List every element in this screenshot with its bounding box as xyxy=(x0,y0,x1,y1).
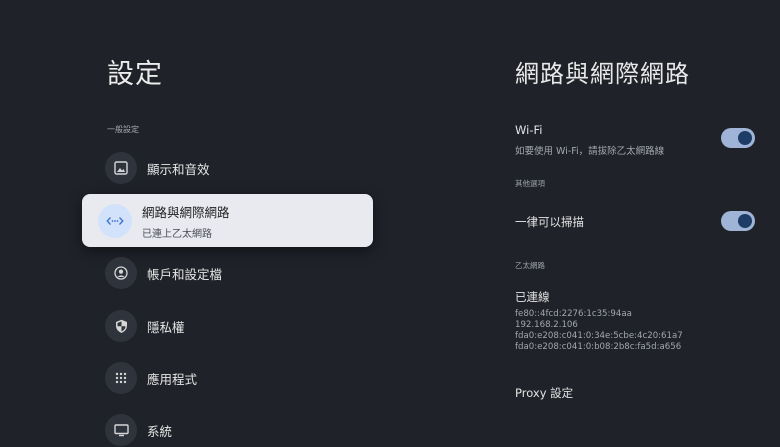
wifi-subtitle: 如要使用 Wi-Fi，請拔除乙太網路線 xyxy=(515,146,665,157)
proxy-settings-item[interactable]: Proxy 設定 xyxy=(515,385,573,401)
menu-item-network-internet[interactable]: 網路與網際網路 已連上乙太網路 xyxy=(82,194,373,247)
shield-icon xyxy=(105,310,137,342)
tv-icon xyxy=(105,414,137,446)
image-icon xyxy=(105,152,137,184)
always-scan-title: 一律可以掃描 xyxy=(515,215,584,229)
wifi-title: Wi-Fi xyxy=(515,123,543,137)
page-title: 設定 xyxy=(107,59,163,90)
always-scan-toggle[interactable] xyxy=(721,211,755,231)
menu-item-privacy[interactable]: 隱私權 xyxy=(105,309,370,343)
toggle-knob xyxy=(738,214,752,228)
ip-address: fe80::4fcd:2276:1c35:94aa xyxy=(515,309,632,319)
menu-item-label: 隱私權 xyxy=(147,319,185,335)
menu-item-display-sound[interactable]: 顯示和音效 xyxy=(105,151,370,185)
section-label-ethernet: 乙太網路 xyxy=(515,261,545,270)
ip-address: fda0:e208:c041:0:b08:2b8c:fa5d:a656 xyxy=(515,342,682,352)
menu-item-label: 網路與網際網路 xyxy=(142,204,230,220)
toggle-knob xyxy=(738,131,752,145)
section-label-other-options: 其他選項 xyxy=(515,179,545,188)
ip-address: 192.168.2.106 xyxy=(515,320,578,330)
ip-address: fda0:e208:c041:0:34e:5cbe:4c20:61a7 xyxy=(515,331,683,341)
apps-grid-icon xyxy=(105,362,137,394)
account-icon xyxy=(105,257,137,289)
connected-title: 已連線 xyxy=(515,290,550,304)
menu-item-label: 系統 xyxy=(147,423,173,439)
menu-item-label: 應用程式 xyxy=(147,371,198,387)
wifi-toggle[interactable] xyxy=(721,128,755,148)
menu-item-accounts-profiles[interactable]: 帳戶和設定檔 xyxy=(105,256,370,290)
menu-item-subtitle: 已連上乙太網路 xyxy=(142,228,212,240)
menu-item-apps[interactable]: 應用程式 xyxy=(105,361,370,395)
panel-title: 網路與網際網路 xyxy=(515,60,690,88)
menu-item-system[interactable]: 系統 xyxy=(105,413,370,447)
menu-item-label: 帳戶和設定檔 xyxy=(147,266,223,282)
menu-item-label: 顯示和音效 xyxy=(147,161,210,177)
network-code-icon xyxy=(98,203,132,238)
section-label-general: 一般設定 xyxy=(107,125,139,134)
